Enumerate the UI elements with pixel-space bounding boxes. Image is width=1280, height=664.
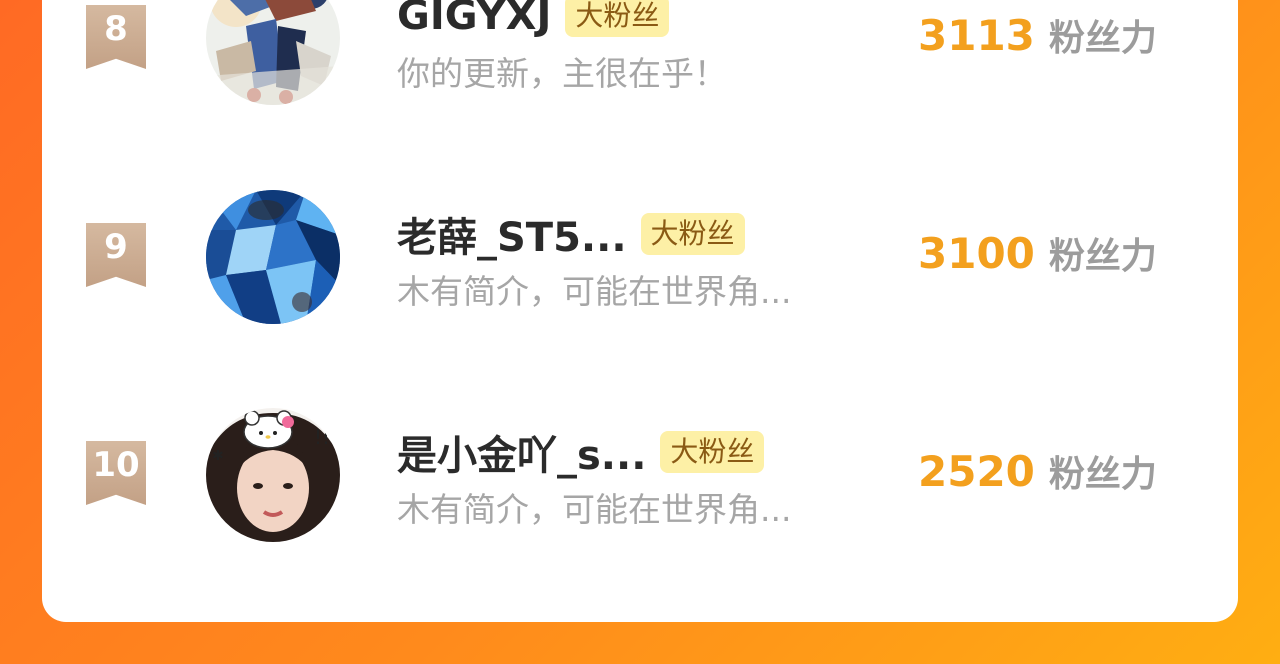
score-unit: 粉丝力 (1048, 18, 1157, 59)
anime-character-avatar-icon (206, 0, 340, 105)
rank-ribbon: 10 (86, 441, 146, 505)
fan-power-score: 2520 粉丝力 (918, 445, 1157, 497)
ranking-row[interactable]: 10 !! ✱ 是小金吖_s... 大粉丝 木有简介，可能在世界角... 252… (42, 396, 1238, 556)
fan-level-badge: 大粉丝 (565, 0, 670, 37)
user-bio: 木有简介，可能在世界角... (397, 490, 792, 529)
blue-shattered-art-avatar-icon (206, 190, 340, 324)
girl-with-hello-kitty-headband-avatar-icon: !! ✱ (206, 408, 340, 542)
user-avatar[interactable]: !! ✱ (206, 408, 340, 542)
score-unit: 粉丝力 (1048, 454, 1157, 495)
ranking-row[interactable]: 9 老薛_ST5... 大粉丝 木有简介，可能在世界角... 3100 粉丝力 (42, 178, 1238, 338)
score-value: 3100 (918, 229, 1035, 278)
user-bio: 你的更新，主很在乎！ (397, 54, 727, 93)
user-name-line: GIGYXJ 大粉丝 (397, 0, 670, 40)
svg-text:!!: !! (314, 425, 330, 449)
rank-number: 10 (92, 445, 140, 485)
user-name-line: 是小金吖_s... 大粉丝 (397, 428, 765, 479)
fan-level-badge: 大粉丝 (660, 431, 765, 473)
score-unit: 粉丝力 (1048, 236, 1157, 277)
score-value: 3113 (918, 11, 1035, 60)
user-avatar[interactable] (206, 190, 340, 324)
score-value: 2520 (918, 447, 1035, 496)
fan-power-score: 3113 粉丝力 (918, 9, 1157, 61)
user-name[interactable]: 老薛_ST5... (397, 205, 627, 263)
user-avatar[interactable] (206, 0, 340, 105)
rank-number: 8 (104, 9, 128, 49)
user-bio: 木有简介，可能在世界角... (397, 272, 792, 311)
user-name[interactable]: 是小金吖_s... (397, 423, 646, 481)
rank-ribbon: 8 (86, 5, 146, 69)
fan-power-score: 3100 粉丝力 (918, 227, 1157, 279)
ranking-row[interactable]: 8 GIGYXJ 大粉丝 你的更新，主很在乎！ 3113 粉丝力 (42, 0, 1238, 120)
fan-ranking-card: 8 GIGYXJ 大粉丝 你的更新，主很在乎！ 3113 粉丝力 9 老薛_ST… (42, 0, 1238, 622)
svg-text:✱: ✱ (212, 448, 224, 464)
user-name[interactable]: GIGYXJ (397, 0, 551, 39)
rank-number: 9 (104, 227, 128, 267)
rank-ribbon: 9 (86, 223, 146, 287)
user-name-line: 老薛_ST5... 大粉丝 (397, 210, 745, 261)
fan-level-badge: 大粉丝 (640, 213, 745, 255)
